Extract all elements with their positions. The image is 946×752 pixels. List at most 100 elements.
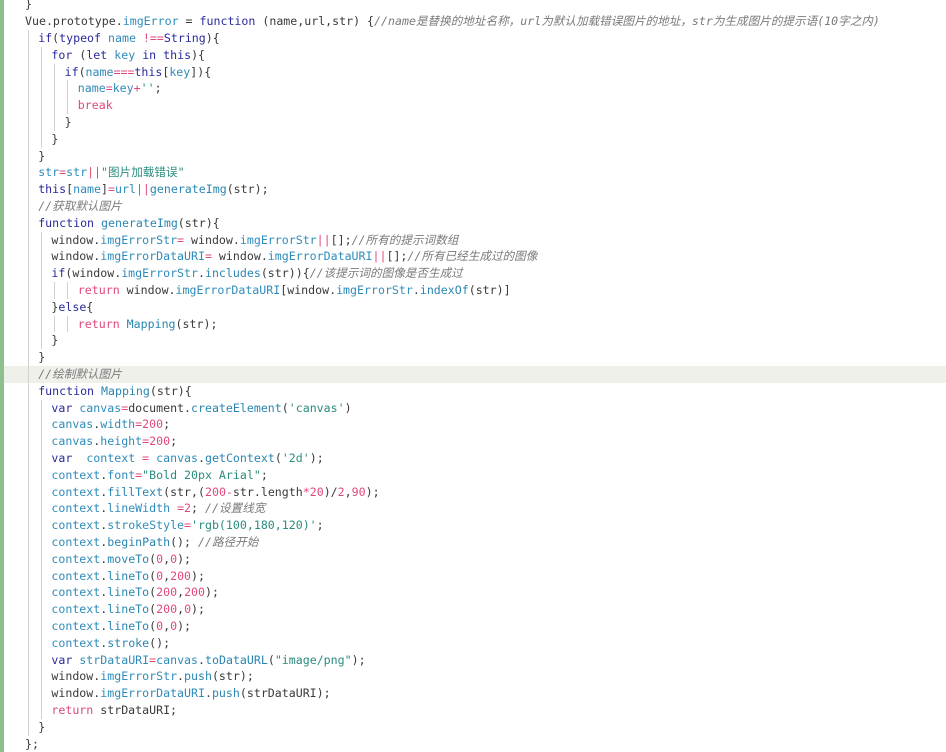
code-token: }	[38, 350, 46, 365]
code-line[interactable]: if(typeof name !==String){	[4, 30, 946, 47]
code-token: generateImg	[101, 215, 178, 230]
code-token: =	[108, 182, 115, 197]
code-line-content: for (let key in this){	[51, 47, 205, 64]
code-line[interactable]: name=key+'';	[4, 80, 946, 98]
code-token: ||	[316, 232, 331, 247]
code-editor[interactable]: } Vue.prototype.imgError = function (name…	[0, 0, 946, 752]
code-token: );	[191, 568, 206, 583]
code-token: lineTo	[107, 619, 150, 633]
code-line[interactable]: var context = canvas.getContext('2d');	[4, 450, 946, 467]
code-line[interactable]: context.beginPath(); //路径开始	[4, 534, 946, 551]
code-line[interactable]: str=str||"图片加载错误"	[4, 164, 946, 182]
code-line[interactable]: window.imgErrorStr= window.imgErrorStr||…	[4, 231, 946, 249]
code-line[interactable]: return Mapping(str);	[4, 315, 946, 333]
code-token: ();	[170, 535, 198, 549]
code-line[interactable]: return window.imgErrorDataURI[window.img…	[4, 282, 946, 299]
code-line[interactable]: context.stroke();	[4, 634, 946, 652]
code-area[interactable]: } Vue.prototype.imgError = function (name…	[4, 0, 946, 752]
indent-guide	[40, 97, 42, 114]
indent-guide	[27, 315, 29, 333]
code-line-content: function Mapping(str){	[38, 383, 192, 400]
code-line[interactable]: window.imgErrorDataURI= window.imgErrorD…	[4, 248, 946, 266]
code-line[interactable]: }	[4, 718, 946, 736]
code-line[interactable]: }	[4, 130, 946, 148]
code-line[interactable]: context.lineTo(200,0);	[4, 601, 946, 618]
code-token: imgErrorDataURI	[100, 249, 205, 264]
indent-guide	[27, 702, 29, 719]
code-token: ;	[316, 518, 324, 533]
indent-guide	[27, 399, 29, 417]
code-token: imgErrorStr	[239, 232, 317, 247]
code-token: //所有已经生成过的图像	[407, 249, 538, 264]
code-line[interactable]: return strDataURI;	[4, 702, 946, 719]
indent-guide	[40, 231, 42, 249]
code-line[interactable]: context.moveTo(0,0);	[4, 550, 946, 568]
code-line[interactable]: }	[4, 0, 946, 13]
code-line-content: context.stroke();	[51, 635, 170, 652]
code-token: var	[51, 400, 73, 415]
code-token: );	[365, 484, 380, 499]
code-line[interactable]: }else{	[4, 298, 946, 316]
code-token: ;	[170, 434, 178, 449]
code-line[interactable]: context.lineTo(0,0);	[4, 618, 946, 635]
code-line-content: context.lineTo(200,0);	[51, 601, 205, 618]
indent-guide	[40, 114, 42, 131]
indent-guide	[27, 668, 29, 686]
code-token: imgErrorDataURI	[267, 249, 373, 264]
code-token: canvas	[51, 434, 94, 449]
code-token: fillText	[107, 484, 164, 499]
code-line[interactable]: window.imgErrorStr.push(str);	[4, 668, 946, 686]
code-token: //设置线宽	[205, 501, 266, 516]
code-token: '2d'	[281, 451, 310, 465]
code-token: moveTo	[107, 551, 150, 566]
code-line[interactable]: Vue.prototype.imgError = function (name,…	[4, 13, 946, 30]
indent-guide	[40, 130, 42, 148]
code-line[interactable]: for (let key in this){	[4, 46, 946, 64]
code-line[interactable]: }	[4, 147, 946, 165]
code-line[interactable]: }	[4, 332, 946, 350]
code-token: =	[177, 232, 185, 247]
indent-guide	[27, 349, 29, 366]
code-line[interactable]: canvas.height=200;	[4, 433, 946, 450]
code-line[interactable]: };	[4, 736, 946, 752]
code-token: (str);	[175, 316, 218, 331]
code-token: context	[51, 568, 101, 583]
code-token: window.	[211, 249, 268, 264]
code-line[interactable]: var strDataURI=canvas.toDataURL("image/p…	[4, 651, 946, 669]
code-line[interactable]: //绘制默认图片	[4, 366, 946, 383]
code-line[interactable]: }	[4, 114, 946, 131]
code-token: );	[177, 551, 192, 566]
code-line[interactable]: function Mapping(str){	[4, 382, 946, 400]
indent-guide	[53, 63, 55, 81]
code-token: typeof	[59, 31, 102, 45]
code-line[interactable]: context.fillText(str,(200-str.length*20)…	[4, 483, 946, 501]
code-line[interactable]: if(name===this[key]){	[4, 63, 946, 81]
code-line[interactable]: window.imgErrorDataURI.push(strDataURI);	[4, 685, 946, 702]
indent-guide	[40, 584, 42, 602]
code-line-content: context.lineTo(0,200);	[51, 568, 205, 585]
code-line[interactable]: if(window.imgErrorStr.includes(str)){//该…	[4, 265, 946, 282]
code-line[interactable]: context.strokeStyle='rgb(100,180,120)';	[4, 517, 946, 534]
code-line[interactable]: break	[4, 97, 946, 114]
code-token: //路径开始	[198, 535, 259, 549]
code-line[interactable]: function generateImg(str){	[4, 214, 946, 232]
code-line[interactable]: canvas.width=200;	[4, 416, 946, 434]
indent-guide	[27, 181, 29, 198]
indent-guide	[27, 634, 29, 652]
code-token: 2	[184, 501, 192, 516]
code-line[interactable]: var canvas=document.createElement('canva…	[4, 399, 946, 417]
code-line[interactable]: context.lineWidth =2; //设置线宽	[4, 500, 946, 518]
code-token: [];	[330, 232, 352, 247]
code-line[interactable]: context.font="Bold 20px Arial";	[4, 466, 946, 484]
code-token: window.	[51, 249, 101, 264]
code-line[interactable]: context.lineTo(200,200);	[4, 584, 946, 602]
code-line[interactable]: //获取默认图片	[4, 198, 946, 215]
code-line[interactable]: this[name]=url||generateImg(str);	[4, 181, 946, 198]
code-token: );	[351, 652, 366, 667]
code-line[interactable]: }	[4, 349, 946, 366]
code-token: str	[38, 165, 60, 180]
code-line[interactable]: context.lineTo(0,200);	[4, 567, 946, 585]
code-token: Mapping	[126, 316, 176, 331]
code-token: context	[51, 551, 101, 566]
